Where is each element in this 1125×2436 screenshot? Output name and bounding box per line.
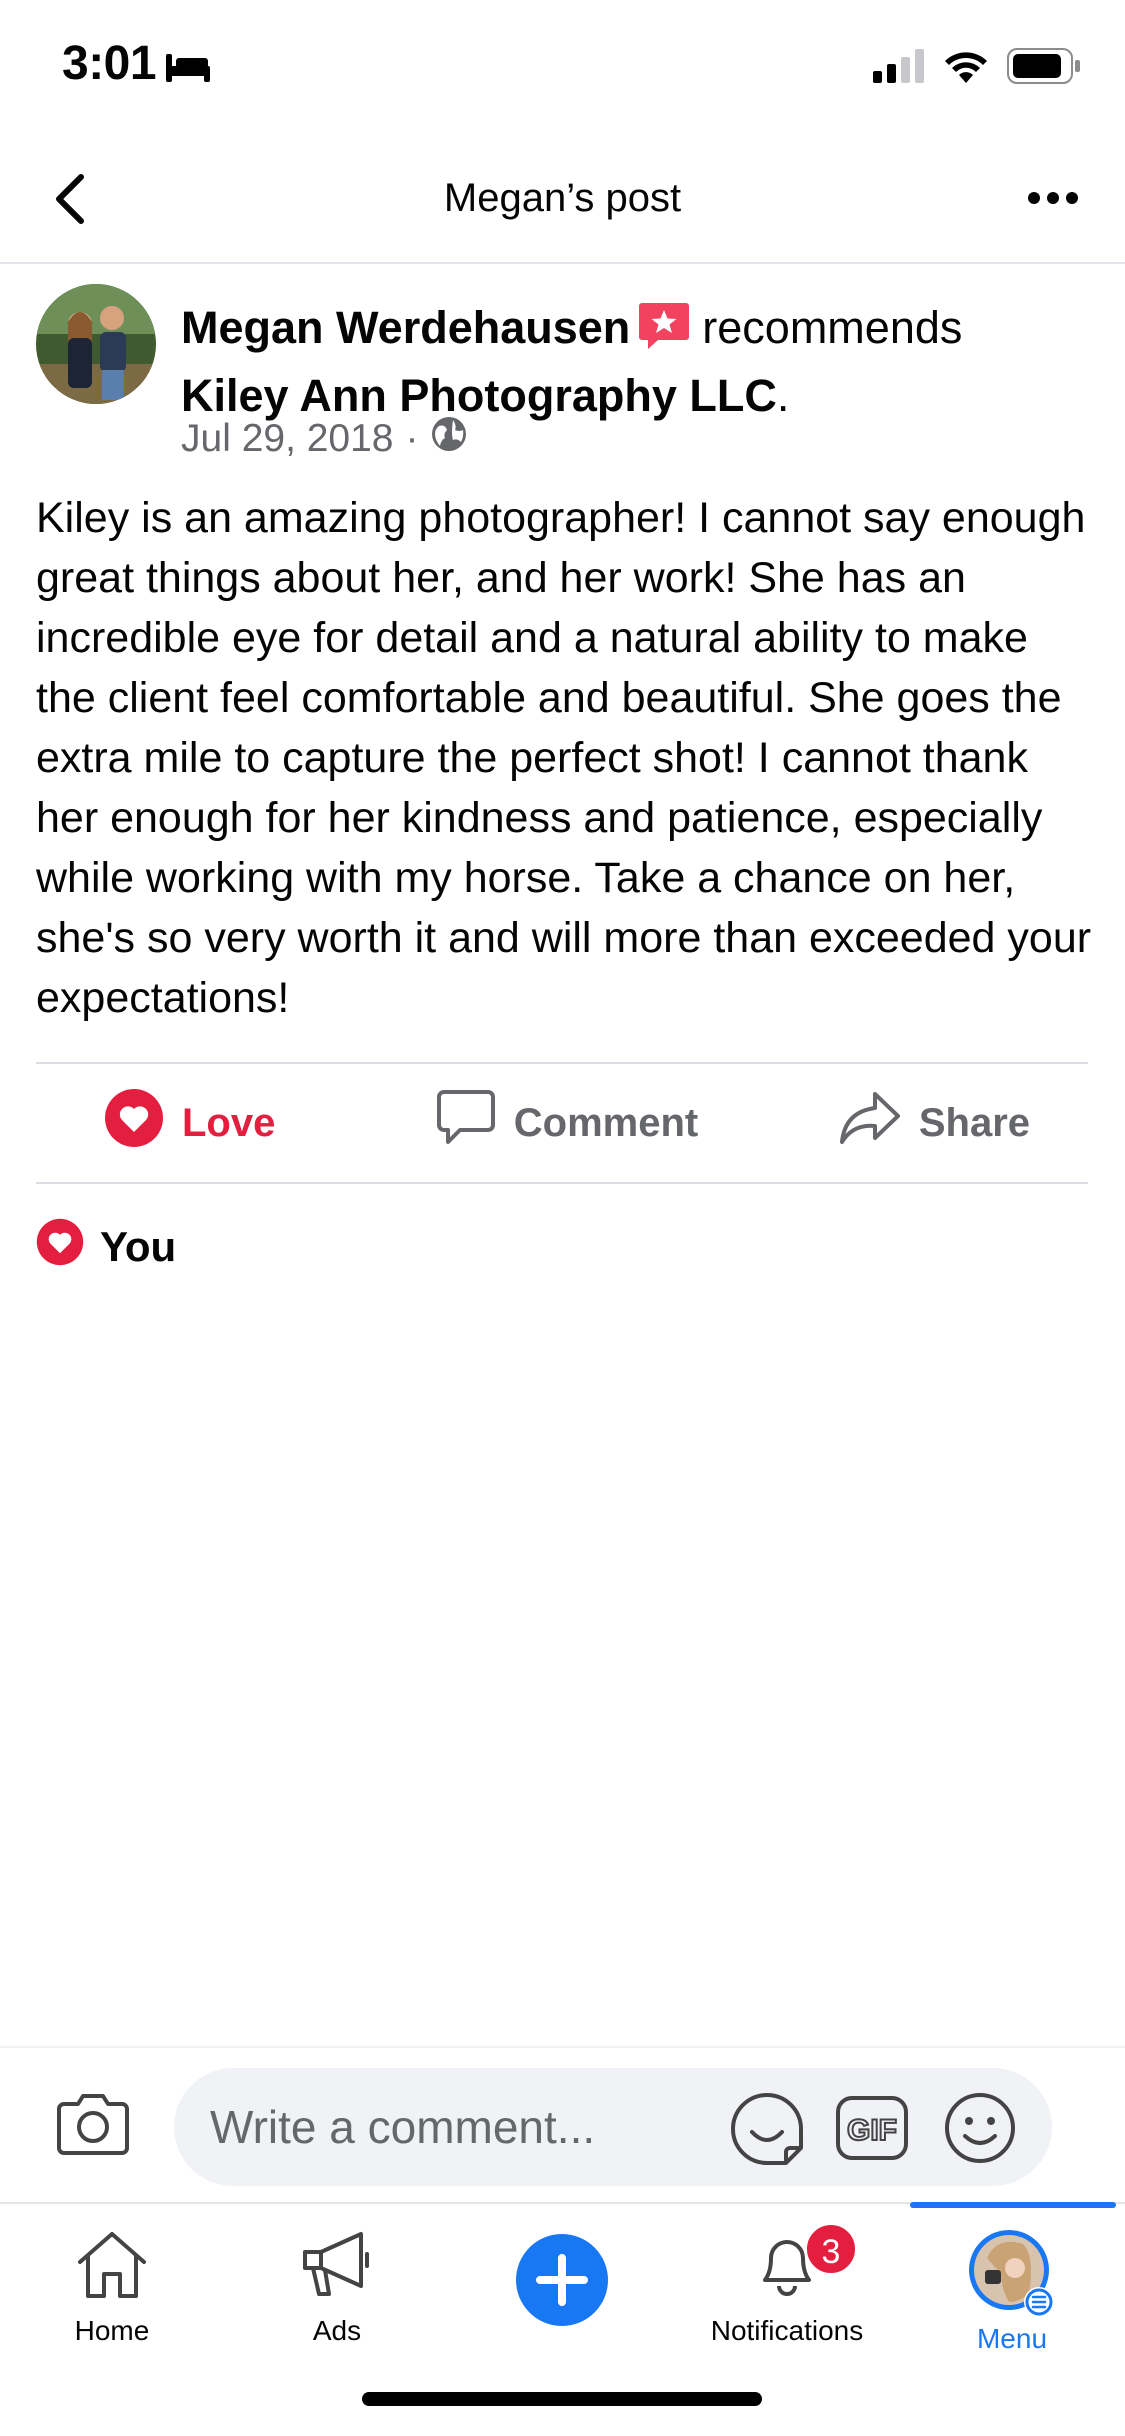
comment-bubble-icon <box>436 1089 496 1157</box>
divider <box>36 1182 1088 1184</box>
cellular-signal-icon <box>873 49 925 88</box>
more-horizontal-icon <box>1027 191 1079 210</box>
post-date[interactable]: Jul 29, 2018 <box>181 417 394 461</box>
notification-count-badge: 3 <box>804 2222 858 2276</box>
sticker-icon[interactable] <box>730 2092 804 2171</box>
bed-icon <box>166 50 210 87</box>
post-actions: Love Comment Share <box>36 1064 1088 1182</box>
love-label: Love <box>182 1100 276 1145</box>
emoji-icon[interactable] <box>944 2092 1016 2169</box>
gif-text: GIF <box>847 2114 897 2147</box>
wifi-icon <box>943 49 989 88</box>
tab-label: Notifications <box>710 2315 864 2346</box>
create-post-button[interactable] <box>467 2234 657 2331</box>
profile-menu-icon <box>967 2230 1057 2322</box>
share-label: Share <box>918 1100 1031 1145</box>
comment-composer: GIF <box>0 2046 1125 2202</box>
camera-icon[interactable] <box>56 2092 130 2161</box>
tab-home[interactable]: Home <box>17 2228 207 2347</box>
bell-icon <box>749 2240 825 2304</box>
globe-icon <box>431 416 467 462</box>
reactions-summary[interactable]: You <box>36 1218 176 1276</box>
heart-reaction-icon <box>104 1088 164 1158</box>
recommends-verb: recommends <box>702 302 963 353</box>
comment-input[interactable] <box>210 2068 690 2186</box>
tab-label: Menu <box>976 2323 1048 2354</box>
author-line: Megan Werdehausen recommends Kiley Ann Ph… <box>181 298 1081 426</box>
comment-button[interactable]: Comment <box>413 1064 722 1182</box>
home-icon <box>74 2232 150 2304</box>
page-title: Megan’s post <box>443 176 682 220</box>
tab-label: Home <box>74 2315 150 2346</box>
share-button[interactable]: Share <box>721 1064 1088 1182</box>
tab-notifications[interactable]: 3 Notifications <box>692 2222 882 2347</box>
battery-icon <box>1007 48 1081 89</box>
reactors-text: You <box>100 1223 177 1270</box>
post-body: Kiley is an amazing photographer! I cann… <box>36 494 1092 1022</box>
active-tab-indicator <box>910 2202 1116 2208</box>
recommended-page-name[interactable]: Kiley Ann Photography LLC <box>181 370 777 421</box>
comment-field[interactable]: GIF <box>174 2068 1052 2186</box>
post-screen: 3:01 Megan’s post Megan Werdehausen reco… <box>0 0 1125 2436</box>
tab-label: Ads <box>312 2315 362 2346</box>
tab-ads[interactable]: Ads <box>242 2228 432 2347</box>
author-name[interactable]: Megan Werdehausen <box>181 302 630 353</box>
recommendation-star-icon <box>638 301 690 366</box>
heart-reaction-icon <box>36 1218 84 1276</box>
navigation-header: Megan’s post <box>0 140 1125 264</box>
page-name-suffix: . <box>776 370 790 421</box>
status-bar: 3:01 <box>0 0 1125 140</box>
home-indicator <box>362 2392 762 2406</box>
author-avatar[interactable] <box>36 284 156 404</box>
comment-label: Comment <box>513 1100 699 1145</box>
post-meta: Jul 29, 2018 · <box>181 416 467 462</box>
gif-icon[interactable]: GIF <box>836 2096 908 2165</box>
plus-icon <box>516 2234 608 2330</box>
megaphone-icon <box>299 2232 375 2304</box>
love-button[interactable]: Love <box>36 1064 413 1182</box>
tab-menu[interactable]: Menu <box>917 2228 1107 2355</box>
status-time: 3:01 <box>62 37 157 90</box>
more-options-button[interactable] <box>1015 170 1091 230</box>
meta-separator: · <box>405 417 419 460</box>
share-arrow-icon <box>839 1090 901 1156</box>
